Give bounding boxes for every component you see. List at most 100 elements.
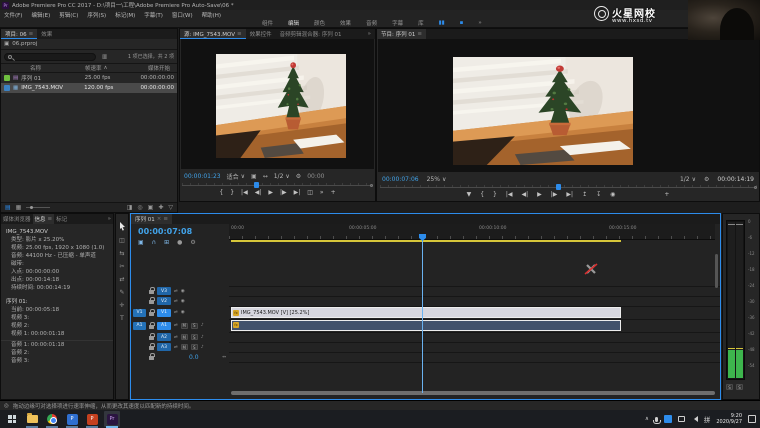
mark-out-button[interactable]: } — [230, 189, 234, 196]
tab-program[interactable]: 节目: 序列 01≡ — [377, 29, 426, 39]
solo-right-button[interactable]: S — [736, 384, 743, 390]
program-video-area[interactable] — [378, 39, 759, 172]
timeline-timecode[interactable]: 00:00:07:08 — [138, 227, 192, 236]
mute-button[interactable]: M — [181, 323, 188, 329]
search-input[interactable] — [4, 53, 96, 61]
source-scrubber[interactable] — [182, 182, 373, 189]
timeline-settings-icon[interactable]: ⚙ — [190, 239, 195, 246]
mute-button[interactable]: M — [181, 334, 188, 340]
play-button[interactable]: ▶ — [268, 189, 273, 196]
hand-tool[interactable]: ✛ — [119, 302, 124, 309]
powerpoint-icon[interactable]: P — [84, 411, 100, 427]
tray-speaker-icon[interactable] — [691, 416, 698, 422]
work-area-bar[interactable] — [231, 240, 621, 242]
solo-button[interactable]: S — [191, 334, 198, 340]
selection-tool[interactable] — [119, 222, 126, 231]
go-to-in-button[interactable]: |◀ — [241, 189, 248, 196]
delete-icon[interactable]: ▽ — [168, 204, 173, 211]
photoshop-icon[interactable]: P — [64, 411, 80, 427]
tab-audio-clip-mixer[interactable]: 音频剪辑混合器: 序列 01 — [276, 29, 346, 39]
sync-lock-icon[interactable]: ⇌ — [174, 323, 178, 328]
tab-effects[interactable]: 效果 — [37, 29, 56, 39]
workspace-tab-audio[interactable]: 音频 — [366, 19, 377, 27]
source-playhead[interactable] — [254, 182, 259, 188]
program-zoom-dropdown[interactable]: 25%∨ — [427, 176, 447, 183]
menu-help[interactable]: 帮助(H) — [202, 11, 221, 19]
solo-left-button[interactable]: S — [726, 384, 733, 390]
export-frame-button[interactable]: ◉ — [610, 191, 615, 198]
track-visibility-icon[interactable]: ◉ — [181, 289, 185, 294]
horizontal-scrollbar[interactable] — [231, 391, 715, 395]
panel-menu-icon[interactable]: ≡ — [48, 216, 53, 222]
ripple-edit-tool[interactable]: ⇆ — [119, 250, 124, 257]
menu-marker[interactable]: 标记(M) — [115, 11, 135, 19]
tray-caret-icon[interactable]: ∧ — [645, 416, 649, 422]
workspace-tab-libraries[interactable]: 库 — [418, 19, 424, 27]
source-video-area[interactable] — [181, 39, 374, 169]
program-scrubber[interactable] — [380, 184, 757, 191]
notification-center-icon[interactable] — [748, 415, 756, 423]
track-target-button[interactable]: V2 — [157, 297, 171, 305]
source-resolution-dropdown[interactable]: 1/2∨ — [274, 173, 290, 180]
workspace-tab-color[interactable]: 颜色 — [314, 19, 325, 27]
lock-icon[interactable] — [149, 356, 154, 360]
program-playhead[interactable] — [556, 184, 561, 190]
filmstrip-icon[interactable]: ▥ — [102, 54, 107, 60]
linked-selection-toggle[interactable]: ⊞ — [164, 239, 169, 246]
program-timecode[interactable]: 00:00:07:06 — [382, 176, 419, 183]
audio-meters-panel[interactable]: 0 -6 -12 -18 -24 -30 -36 -42 -48 -54 S S — [722, 213, 760, 400]
mute-button[interactable]: M — [181, 344, 188, 350]
mic-icon[interactable]: ♪ — [201, 335, 204, 340]
tray-mic-icon[interactable] — [655, 417, 658, 422]
track-target-button[interactable]: V1 — [157, 309, 171, 317]
workspace-overflow-icon[interactable]: » — [478, 20, 481, 26]
track-visibility-icon[interactable]: ◉ — [181, 299, 185, 304]
add-marker-button[interactable]: ▼ — [467, 191, 472, 198]
zoom-slider[interactable] — [26, 207, 50, 208]
transport-overflow-icon[interactable]: » — [320, 189, 324, 196]
tab-overflow-icon[interactable]: » — [364, 29, 375, 39]
column-header-framerate[interactable]: 帧速率 — [85, 64, 102, 72]
label-chip-green[interactable] — [4, 75, 10, 81]
compare-icon[interactable]: ◫ — [307, 189, 313, 196]
button-editor-icon[interactable]: + — [664, 191, 669, 198]
go-to-out-button[interactable]: ▶| — [294, 189, 301, 196]
wrench-icon[interactable]: ⚙ — [704, 176, 709, 183]
mark-out-button[interactable]: } — [493, 191, 497, 198]
source-fit-dropdown[interactable]: 适合∨ — [227, 172, 245, 181]
menu-clip[interactable]: 剪辑(C) — [59, 11, 78, 19]
slip-tool[interactable]: ⇄ — [119, 276, 124, 283]
lock-icon[interactable] — [149, 336, 154, 340]
panel-menu-icon[interactable]: ≡ — [237, 31, 242, 37]
track-target-button[interactable]: V3 — [157, 287, 171, 295]
step-back-button[interactable]: ◀| — [522, 191, 529, 198]
track-target-button[interactable]: A1 — [157, 322, 171, 330]
tab-overflow-icon[interactable]: » — [106, 214, 113, 224]
menu-window[interactable]: 窗口(W) — [172, 11, 193, 19]
source-settings-icon[interactable]: ▣ — [251, 173, 257, 180]
video-clip[interactable]: fx IMG_7543.MOV [V] [25.2%] — [231, 307, 621, 318]
icon-view-icon[interactable]: ▦ — [16, 204, 22, 211]
audio-clip[interactable]: fx — [231, 320, 621, 331]
master-gain-value[interactable]: 0.0 — [189, 354, 199, 361]
solo-button[interactable]: S — [191, 344, 198, 350]
taskbar-clock[interactable]: 9:20 2020/9/27 — [716, 413, 742, 425]
mic-icon[interactable]: ♪ — [201, 323, 204, 328]
item-name[interactable]: 序列 01 — [21, 74, 41, 82]
panel-menu-icon[interactable]: ≡ — [29, 31, 34, 37]
pen-tool[interactable]: ✎ — [119, 289, 124, 296]
source-patch-a1[interactable]: A1 — [133, 322, 146, 330]
find-icon[interactable]: ◎ — [137, 204, 142, 211]
mark-in-button[interactable]: { — [219, 189, 223, 196]
lock-icon[interactable] — [149, 312, 154, 316]
tray-app-icon[interactable] — [664, 415, 672, 423]
workspace-tab-editing[interactable]: 编辑 — [288, 19, 299, 27]
button-editor-icon[interactable]: + — [331, 189, 336, 196]
tab-markers[interactable]: 标记 — [54, 214, 69, 224]
lock-icon[interactable] — [149, 300, 154, 304]
sync-lock-icon[interactable]: ⇌ — [174, 299, 178, 304]
sync-lock-icon[interactable]: ⇌ — [174, 310, 178, 315]
tray-chat-icon[interactable] — [678, 416, 685, 422]
timeline-playhead-line[interactable] — [422, 240, 423, 393]
workspace-tab-effects[interactable]: 效果 — [340, 19, 351, 27]
